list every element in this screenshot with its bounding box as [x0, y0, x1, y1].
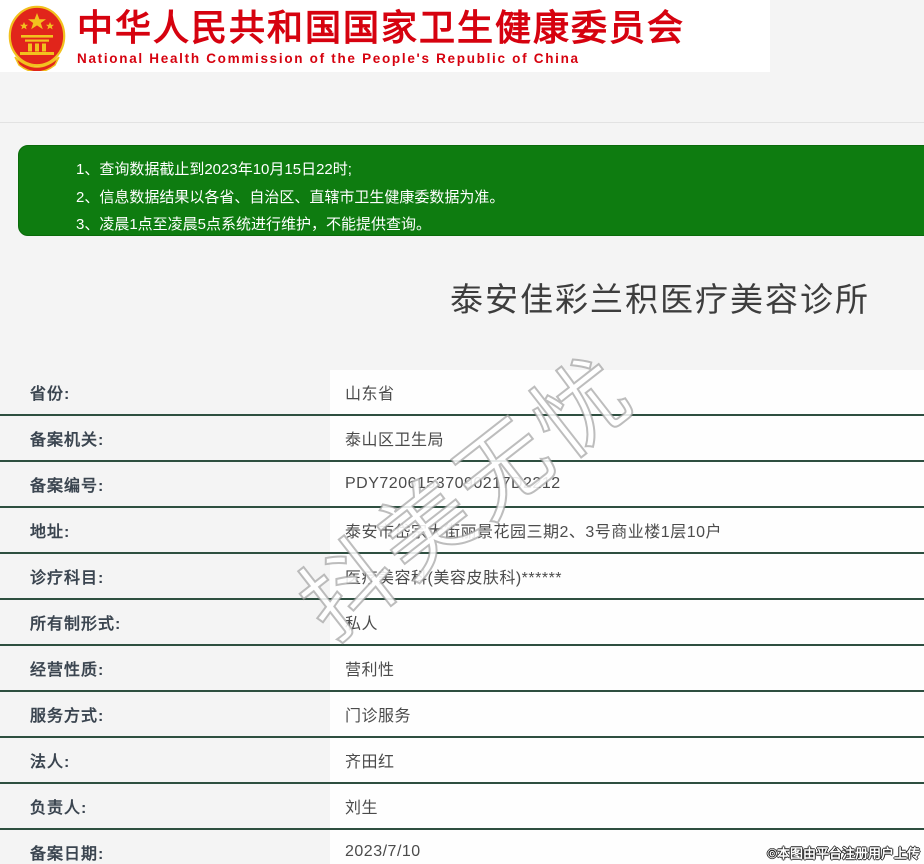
site-title-en: National Health Commission of the People… [77, 51, 580, 66]
field-value: 泰山区卫生局 [330, 416, 924, 460]
notice-box: 1、查询数据截止到2023年10月15日22时; 2、信息数据结果以各省、自治区、… [18, 145, 924, 236]
upload-credit-note: ©本图由平台注册用户上传 [767, 846, 920, 861]
field-label: 所有制形式: [30, 616, 122, 633]
table-row: 法人: 齐田红 [0, 738, 924, 784]
field-value: 门诊服务 [330, 692, 924, 736]
field-label: 诊疗科目: [30, 570, 105, 587]
header-divider [0, 122, 924, 123]
field-value: 私人 [330, 600, 924, 644]
field-value: 医疗美容科(美容皮肤科)****** [330, 554, 924, 598]
table-row: 备案编号: PDY72061537090217D2212 [0, 462, 924, 508]
field-label: 法人: [30, 754, 71, 771]
table-row: 地址: 泰安市岱宗大街丽景花园三期2、3号商业楼1层10户 [0, 508, 924, 554]
china-national-emblem-icon [8, 5, 66, 71]
table-row: 省份: 山东省 [0, 370, 924, 416]
field-value: PDY72061537090217D2212 [330, 462, 924, 506]
field-label: 服务方式: [30, 708, 105, 725]
record-table: 省份: 山东省备案机关: 泰山区卫生局备案编号: PDY72061537090217D… [0, 370, 924, 864]
header-titles: 中华人民共和国国家卫生健康委员会 National Health Commiss… [77, 6, 686, 67]
field-value: 齐田红 [330, 738, 924, 782]
field-value: 山东省 [330, 370, 924, 414]
table-row: 经营性质: 营利性 [0, 646, 924, 692]
notice-line: 3、凌晨1点至凌晨5点系统进行维护，不能提供查询。 [76, 216, 432, 233]
page-viewport: 中华人民共和国国家卫生健康委员会 National Health Commiss… [0, 0, 924, 864]
table-row: 备案机关: 泰山区卫生局 [0, 416, 924, 462]
page: 中华人民共和国国家卫生健康委员会 National Health Commiss… [0, 0, 924, 864]
table-row: 所有制形式: 私人 [0, 600, 924, 646]
field-label: 备案机关: [30, 432, 105, 449]
notice-line: 2、信息数据结果以各省、自治区、直辖市卫生健康委数据为准。 [76, 188, 505, 206]
site-title-cn: 中华人民共和国国家卫生健康委员会 [77, 7, 686, 48]
field-value: 刘生 [330, 784, 924, 828]
field-label: 备案日期: [30, 846, 105, 863]
table-row: 服务方式: 门诊服务 [0, 692, 924, 738]
table-row: 诊疗科目: 医疗美容科(美容皮肤科)****** [0, 554, 924, 600]
field-value: 泰安市岱宗大街丽景花园三期2、3号商业楼1层10户 [330, 508, 924, 552]
table-row: 负责人: 刘生 [0, 784, 924, 830]
field-label: 经营性质: [30, 662, 105, 679]
site-header: 中华人民共和国国家卫生健康委员会 National Health Commiss… [0, 0, 770, 72]
field-label: 负责人: [30, 800, 88, 817]
field-label: 省份: [30, 386, 71, 403]
field-label: 备案编号: [30, 478, 105, 495]
field-label: 地址: [30, 524, 71, 541]
notice-line: 1、查询数据截止到2023年10月15日22时; [76, 161, 352, 178]
field-value: 营利性 [330, 646, 924, 690]
institution-title: 泰安佳彩兰积医疗美容诊所 [450, 281, 870, 318]
